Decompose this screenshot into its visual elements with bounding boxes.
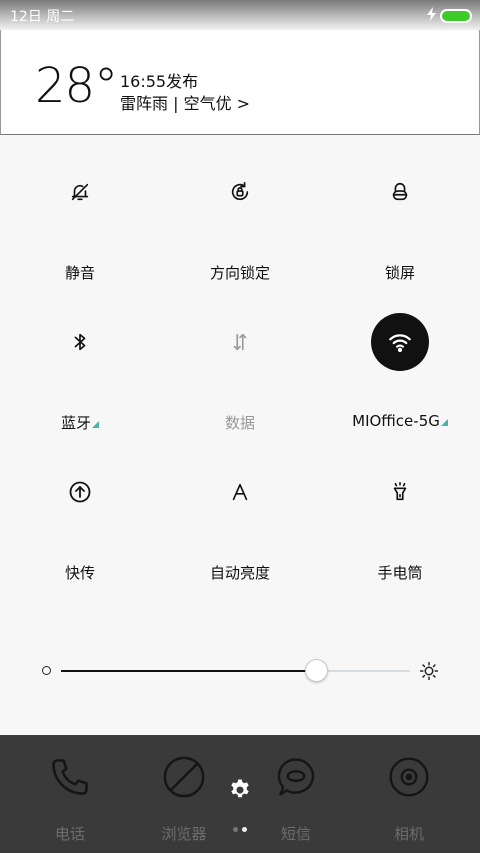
page-dot	[233, 827, 238, 832]
tile-label: 蓝牙	[0, 412, 160, 433]
brightness-thumb[interactable]	[304, 659, 328, 682]
status-bar: 12日 周二	[0, 0, 480, 30]
dock-app-browser[interactable]: 浏览器	[134, 753, 234, 844]
tile-bluetooth[interactable]: 蓝牙	[0, 300, 160, 450]
tile-label: 锁屏	[384, 264, 415, 282]
tile-label: 快传	[64, 564, 95, 582]
phone-icon	[46, 753, 94, 801]
dock: 电话 浏览器 短信 相机	[0, 735, 480, 853]
lock-icon	[371, 163, 429, 221]
weather-card[interactable]: 28° 16:55发布 雷阵雨 | 空气优 >	[0, 30, 480, 135]
tile-quick-transfer[interactable]: 快传	[0, 450, 160, 600]
upload-circle-icon	[51, 463, 109, 521]
tile-label: 手电筒	[377, 564, 423, 582]
brightness-track[interactable]	[61, 670, 410, 672]
expand-indicator-icon	[440, 419, 448, 426]
dock-app-messages[interactable]: 短信	[246, 753, 346, 844]
battery-icon	[440, 8, 472, 23]
dock-app-label: 电话	[54, 825, 85, 843]
dock-app-camera[interactable]: 相机	[359, 753, 459, 844]
auto-brightness-icon	[211, 463, 269, 521]
status-right	[427, 6, 472, 25]
dock-app-label: 浏览器	[161, 825, 207, 843]
brightness-fill	[61, 670, 316, 672]
dock-app-label: 短信	[280, 825, 311, 843]
page-dot	[242, 827, 247, 832]
charging-icon	[427, 6, 436, 25]
weather-publish-time: 16:55发布	[120, 72, 199, 91]
brightness-slider[interactable]	[0, 650, 480, 690]
tile-wifi[interactable]: MIOffice-5G	[320, 300, 480, 450]
sun-icon	[419, 661, 439, 685]
weather-description[interactable]: 雷阵雨 | 空气优 >	[120, 90, 250, 114]
tile-lock-screen[interactable]: 锁屏	[320, 150, 480, 300]
flashlight-icon	[371, 463, 429, 521]
tile-mobile-data[interactable]: 数据	[160, 300, 320, 450]
browser-icon	[160, 753, 208, 801]
bluetooth-icon	[51, 313, 109, 371]
tile-label: MIOffice-5G	[320, 412, 480, 430]
status-date: 12日 周二	[10, 9, 75, 25]
tile-auto-brightness[interactable]: 自动亮度	[160, 450, 320, 600]
dock-app-phone[interactable]: 电话	[20, 753, 120, 844]
data-arrows-icon	[211, 313, 269, 371]
tile-label: 自动亮度	[209, 564, 270, 582]
tile-flashlight[interactable]: 手电筒	[320, 450, 480, 600]
tile-silent[interactable]: 静音	[0, 150, 160, 300]
tile-label: 静音	[64, 264, 95, 282]
temperature: 28°	[35, 58, 118, 114]
bell-off-icon	[51, 163, 109, 221]
page-indicator	[233, 827, 247, 832]
message-icon	[272, 753, 320, 801]
camera-icon	[385, 753, 433, 801]
brightness-low-icon	[42, 666, 51, 675]
settings-gear-icon[interactable]	[228, 778, 252, 806]
tile-rotation-lock[interactable]: 方向锁定	[160, 150, 320, 300]
tile-label: 方向锁定	[209, 264, 270, 282]
wifi-icon	[371, 313, 429, 371]
tile-label: 数据	[224, 414, 255, 432]
rotation-lock-icon	[211, 163, 269, 221]
expand-indicator-icon	[92, 421, 99, 428]
dock-app-label: 相机	[393, 825, 424, 843]
